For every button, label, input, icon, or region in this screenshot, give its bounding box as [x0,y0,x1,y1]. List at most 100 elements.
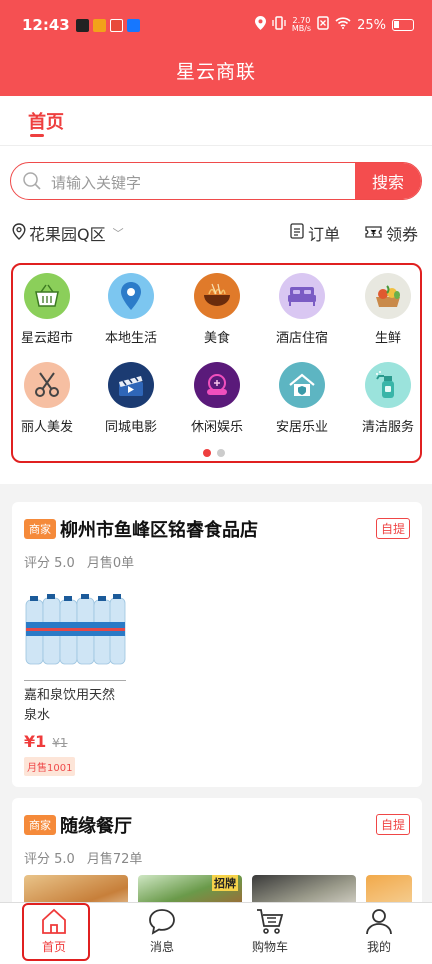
category-pager [203,449,225,457]
sold-count: 月售1001 [24,757,76,776]
coupons-label: 领券 [385,225,418,244]
shop-card[interactable]: 商家 柳州市鱼峰区铭睿食品店 自提 评分 5.0 月售0单 嘉和泉饮用天然泉水 … [12,502,422,787]
shopping-basket-icon [24,273,70,319]
spray-bottle-icon [365,362,411,408]
nav-home-highlight [22,903,90,961]
product-divider [24,680,126,681]
map-pin-icon [108,273,154,319]
shop-monthly-sales: 月售72单 [86,852,143,867]
pickup-badge: 自提 [375,518,410,539]
status-bar: 12:43 2.70 MB/s 25% [0,0,432,50]
category-beauty[interactable]: 丽人美发 [7,362,87,435]
app-header: 12:43 2.70 MB/s 25% 星云商联 [0,0,432,96]
location-row: 花果园Q区 ﹀ 订单 领券 [0,218,432,246]
noodles-icon [194,273,240,319]
no-sim-icon [317,16,329,34]
product-name: 嘉和泉饮用天然泉水 [24,688,116,723]
coupon-icon [365,224,382,243]
orders-link[interactable]: 订单 [290,221,340,245]
category-local-life[interactable]: 本地生活 [91,273,171,346]
category-entertainment[interactable]: 休闲娱乐 [177,362,257,435]
tab-indicator [30,134,44,137]
wifi-icon [335,17,351,33]
merchant-tag: 商家 [24,815,56,835]
gamepad-icon [194,362,240,408]
category-hotel[interactable]: 酒店住宿 [262,273,342,346]
signature-badge: 招牌 [212,875,238,891]
location-selector[interactable]: 花果园Q区 ﹀ [12,221,124,245]
shop-name: 随缘餐厅 [60,816,132,837]
category-label: 丽人美发 [20,420,73,435]
nav-label: 购物车 [251,940,288,954]
category-label: 美食 [203,331,230,346]
status-right: 2.70 MB/s 25% [254,16,414,34]
shop-rating: 评分 5.0 [24,556,75,571]
vibrate-icon [272,16,286,34]
category-label: 星云超市 [20,331,73,346]
nav-cart[interactable]: 购物车 [230,907,310,955]
user-icon [366,909,392,935]
clapperboard-icon [108,362,154,408]
message-icon [149,909,175,935]
category-label: 同城电影 [104,420,157,435]
location-label: 花果园Q区 [29,225,106,244]
location-status-icon [254,16,266,34]
nav-label: 我的 [366,940,391,954]
house-shield-icon [279,362,325,408]
nav-messages[interactable]: 消息 [122,907,202,955]
bed-icon [279,273,325,319]
category-fresh[interactable]: 生鲜 [348,273,428,346]
category-label: 本地生活 [104,331,157,346]
category-label: 酒店住宿 [275,331,328,346]
chevron-down-icon: ﹀ [112,227,124,240]
category-label: 休闲娱乐 [190,420,243,435]
shop-meta: 评分 5.0 月售0单 [24,552,134,571]
category-movies[interactable]: 同城电影 [91,362,171,435]
shop-card[interactable]: 商家 随缘餐厅 自提 评分 5.0 月售72单 招牌 [12,798,422,918]
category-home[interactable]: 安居乐业 [262,362,342,435]
weibo-app-icon [109,18,123,32]
top-tabs: 首页 [0,96,432,146]
page-title: 星云商联 [175,61,256,83]
search-bar: 请输入关键字 搜索 [10,162,422,200]
net-speed-unit: MB/s [291,24,312,33]
location-pin-icon [12,222,26,244]
nav-profile[interactable]: 我的 [339,907,419,955]
cart-icon [257,909,284,934]
shop-meta: 评分 5.0 月售72单 [24,848,142,867]
video-app-icon [75,18,89,32]
category-cleaning[interactable]: 清洁服务 [348,362,428,435]
orders-label: 订单 [307,225,340,244]
pager-dot[interactable] [217,449,225,457]
shop-name: 柳州市鱼峰区铭睿食品店 [60,520,258,541]
search-icon [23,172,41,190]
battery-icon [392,19,414,31]
order-list-icon [290,223,304,243]
shop-monthly-sales: 月售0单 [86,556,135,571]
category-label: 安居乐业 [275,420,328,435]
category-label: 清洁服务 [361,420,414,435]
alipay-app-icon [126,18,140,32]
status-time: 12:43 [22,16,70,34]
fresh-food-icon [365,273,411,319]
pickup-badge: 自提 [375,814,410,835]
battery-percent: 25% [357,17,386,33]
product-price: ¥1 ¥1 [24,732,68,751]
product-image[interactable] [24,592,126,668]
category-food[interactable]: 美食 [177,273,257,346]
nav-label: 消息 [149,940,174,954]
coupons-link[interactable]: 领券 [365,221,418,245]
current-price: ¥1 [24,732,47,751]
search-button[interactable]: 搜索 [355,163,421,199]
pager-dot-active[interactable] [203,449,211,457]
shop-rating: 评分 5.0 [24,852,75,867]
shop-app-icon [92,18,106,32]
tab-home[interactable]: 首页 [28,108,64,134]
net-speed: 2.70 MB/s [292,17,311,33]
merchant-tag: 商家 [24,519,56,539]
scissors-icon [24,362,70,408]
category-supermarket[interactable]: 星云超市 [7,273,87,346]
search-input[interactable]: 请输入关键字 [51,172,141,193]
original-price: ¥1 [52,736,68,750]
category-label: 生鲜 [374,331,401,346]
